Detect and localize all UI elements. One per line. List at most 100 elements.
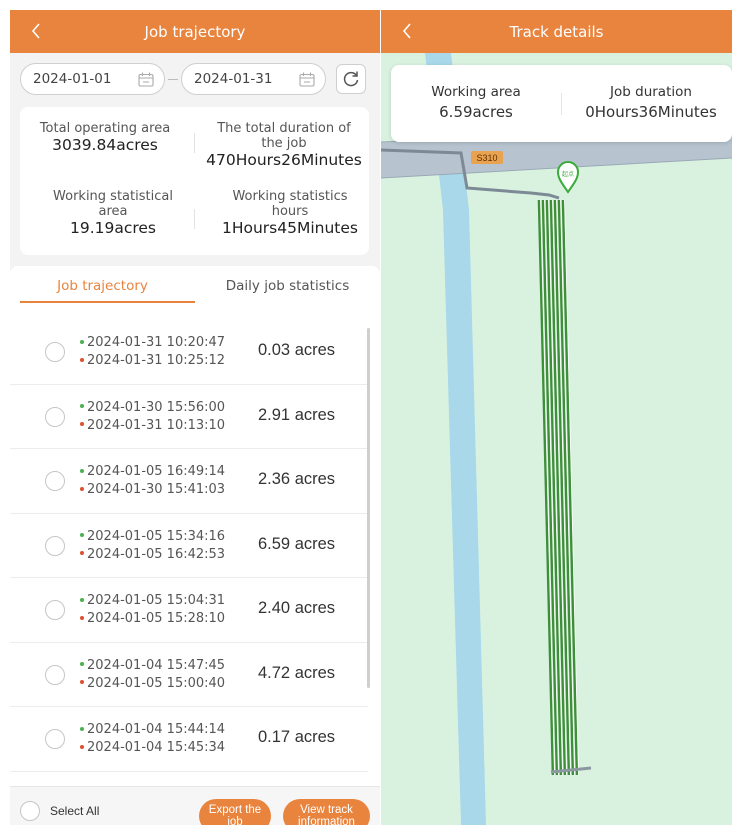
trajectory-list: 2024-01-31 10:20:47 2024-01-31 10:25:12 0.… <box>10 320 368 772</box>
start-time: 2024-01-05 15:34:16 <box>80 528 225 546</box>
row-select-radio[interactable] <box>45 342 65 362</box>
view-track-information-button[interactable]: View track information <box>283 799 370 825</box>
road-label: S310 <box>476 153 497 163</box>
end-time-value: 2024-01-04 15:45:34 <box>87 740 226 755</box>
end-dot-icon <box>80 486 84 491</box>
row-select-radio[interactable] <box>45 535 65 556</box>
end-dot-icon <box>80 680 84 684</box>
marker-label: 起点 <box>562 170 574 178</box>
trajectory-row[interactable]: 2024-01-30 15:56:00 2024-01-31 10:13:10 2.… <box>10 385 368 449</box>
tab-daily-job-statistics[interactable]: Daily job statistics <box>195 266 380 310</box>
select-all-label: Select All <box>50 804 100 818</box>
end-dot-icon <box>80 551 84 555</box>
working-area: Working area 6.59acres <box>411 82 541 122</box>
end-time-value: 2024-01-31 10:13:10 <box>87 417 226 433</box>
start-time: 2024-01-04 15:44:14 <box>80 721 225 739</box>
button-label-line: information <box>298 816 355 825</box>
end-time: 2024-01-05 15:28:10 <box>80 610 225 628</box>
calendar-icon <box>138 72 154 87</box>
info-value: 0Hours36Minutes <box>585 103 717 121</box>
start-dot-icon <box>80 468 84 473</box>
start-dot-icon <box>80 662 84 666</box>
end-date-value: 2024-01-31 <box>194 71 273 87</box>
divider <box>194 209 195 229</box>
job-trajectory-screen: Job trajectory 2024-01-01 2024-01-31 Tot… <box>10 10 380 825</box>
trajectory-row[interactable]: 2024-01-04 15:44:14 2024-01-04 15:45:34 0.… <box>10 707 368 772</box>
back-chevron-icon[interactable] <box>26 19 46 43</box>
stat-label: The total duration of the job <box>217 121 351 151</box>
row-acres: 0.03 acres <box>258 341 336 359</box>
end-date-picker[interactable]: 2024-01-31 <box>181 63 326 95</box>
total-operating-area: Total operating area 3039.84acres <box>20 121 190 155</box>
time-range: 2024-01-04 15:44:14 2024-01-04 15:45:34 <box>80 721 225 757</box>
row-acres: 2.91 acres <box>258 405 336 424</box>
end-time: 2024-01-05 15:00:40 <box>80 675 225 693</box>
end-dot-icon <box>80 422 84 426</box>
statistics-card: Total operating area 3039.84acres The to… <box>20 107 369 255</box>
row-select-radio[interactable] <box>45 600 65 620</box>
working-statistics-hours: Working statistics hours 1Hours45Minutes <box>220 189 360 238</box>
time-range: 2024-01-04 15:47:45 2024-01-05 15:00:40 <box>80 657 225 693</box>
row-acres: 0.17 acres <box>258 728 336 746</box>
refresh-button[interactable] <box>336 64 366 94</box>
row-acres: 6.59 acres <box>258 534 336 553</box>
time-range: 2024-01-05 15:34:16 2024-01-05 16:42:53 <box>80 528 225 564</box>
button-label-line: job <box>227 816 243 825</box>
calendar-icon <box>299 72 315 87</box>
refresh-icon <box>343 71 359 87</box>
stat-label: Working statistical area <box>53 189 173 219</box>
start-time-value: 2024-01-30 15:56:00 <box>87 399 226 415</box>
trajectory-row[interactable]: 2024-01-04 15:47:45 2024-01-05 15:00:40 4.… <box>10 643 368 707</box>
trajectory-row[interactable]: 2024-01-31 10:20:47 2024-01-31 10:25:12 0.… <box>10 320 368 385</box>
end-dot-icon <box>80 357 84 362</box>
working-statistical-area: Working statistical area 19.19acres <box>38 189 188 238</box>
start-time: 2024-01-05 15:04:31 <box>80 592 225 610</box>
time-range: 2024-01-31 10:20:47 2024-01-31 10:25:12 <box>80 334 225 370</box>
back-chevron-icon[interactable] <box>397 19 417 43</box>
date-range: 2024-01-01 2024-01-31 <box>20 62 370 96</box>
row-select-radio[interactable] <box>45 729 65 749</box>
button-label-line: Export the <box>208 804 262 816</box>
trajectory-row[interactable]: 2024-01-05 15:34:16 2024-01-05 16:42:53 6.… <box>10 514 368 578</box>
export-job-button[interactable]: Export the job <box>199 799 271 825</box>
tab-job-trajectory[interactable]: Job trajectory <box>10 266 195 310</box>
start-time-value: 2024-01-05 16:49:14 <box>87 464 226 479</box>
end-time-value: 2024-01-05 16:42:53 <box>87 546 226 562</box>
end-dot-icon <box>80 744 84 749</box>
end-time-value: 2024-01-30 15:41:03 <box>87 482 226 497</box>
page-title: Track details <box>509 22 604 41</box>
time-range: 2024-01-05 16:49:14 2024-01-30 15:41:03 <box>80 463 225 499</box>
start-date-picker[interactable]: 2024-01-01 <box>20 63 165 95</box>
row-select-radio[interactable] <box>45 471 65 491</box>
stat-label: Total operating area <box>39 121 171 136</box>
end-time: 2024-01-04 15:45:34 <box>80 739 225 757</box>
stat-value: 19.19acres <box>69 219 157 237</box>
divider <box>194 133 195 153</box>
row-acres: 2.40 acres <box>258 599 336 617</box>
info-label: Working area <box>431 84 521 100</box>
trajectory-list-card: Job trajectory Daily job statistics 2024… <box>10 266 380 786</box>
row-select-radio[interactable] <box>45 664 65 685</box>
row-select-radio[interactable] <box>45 406 65 427</box>
footer-bar: Select All Export the job View track infor… <box>10 786 380 825</box>
date-separator <box>168 78 178 80</box>
start-time-value: 2024-01-31 10:20:47 <box>87 335 226 350</box>
stat-value: 1Hours45Minutes <box>221 219 358 237</box>
end-dot-icon <box>80 615 84 620</box>
info-value: 6.59acres <box>439 103 513 121</box>
list-scrollbar[interactable] <box>367 328 370 688</box>
select-all-checkbox[interactable] <box>20 801 40 821</box>
tab-bar: Job trajectory Daily job statistics <box>10 266 380 310</box>
total-job-duration: The total duration of the job 470Hours26… <box>200 121 368 170</box>
job-duration: Job duration 0Hours36Minutes <box>577 82 725 122</box>
trajectory-row[interactable]: 2024-01-05 15:04:31 2024-01-05 15:28:10 2.… <box>10 578 368 643</box>
divider <box>561 93 562 115</box>
start-dot-icon <box>80 597 84 602</box>
time-range: 2024-01-30 15:56:00 2024-01-31 10:13:10 <box>80 399 225 435</box>
end-time: 2024-01-30 15:41:03 <box>80 481 225 499</box>
header: Job trajectory <box>10 10 380 53</box>
trajectory-row[interactable]: 2024-01-05 16:49:14 2024-01-30 15:41:03 2.… <box>10 449 368 514</box>
end-time-value: 2024-01-05 15:28:10 <box>87 611 226 626</box>
button-label-line: View track <box>300 804 353 816</box>
start-time: 2024-01-30 15:56:00 <box>80 399 225 417</box>
